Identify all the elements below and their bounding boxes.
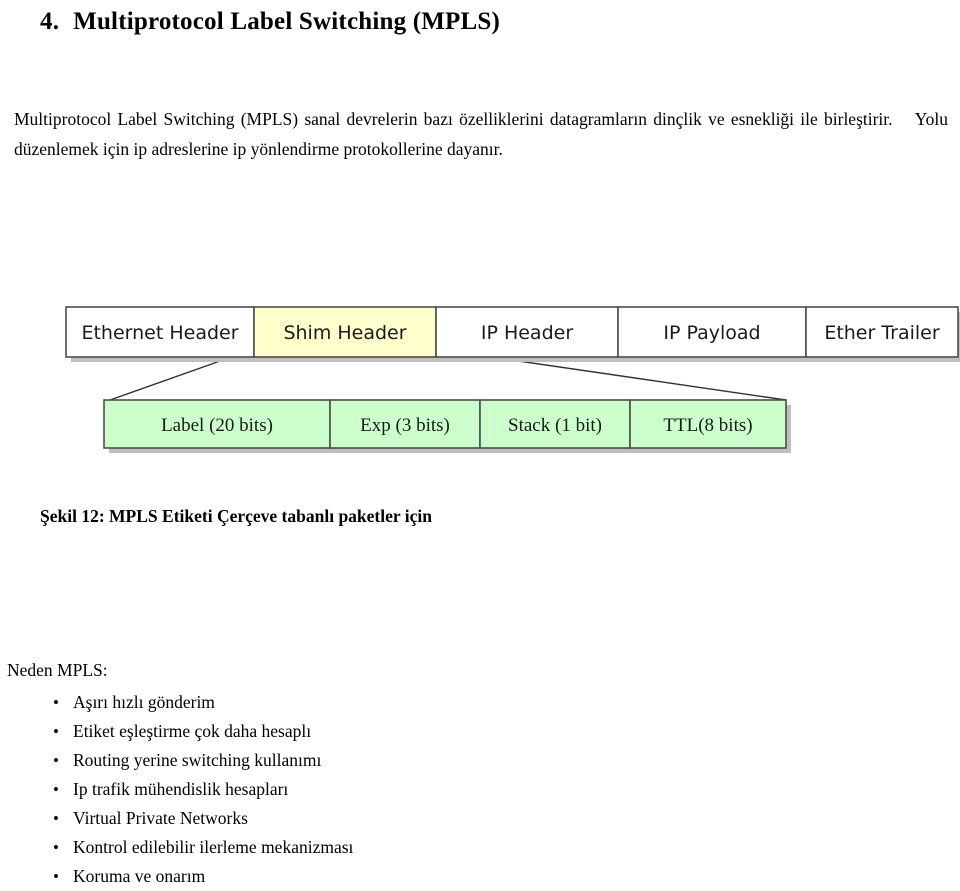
mpls-label-diagram: Ethernet Header Shim Header IP Header IP… (0, 260, 960, 480)
top-row-group: Ethernet Header Shim Header IP Header IP… (65, 306, 960, 362)
list-item: Aşırı hızlı gönderim (53, 688, 353, 717)
bottom-row-group: Label (20 bits) Exp (3 bits) Stack (1 bi… (103, 399, 791, 453)
box-label: Ether Trailer (824, 322, 940, 344)
box-label: Stack (1 bit) (508, 415, 602, 436)
intro-paragraph: Multiprotocol Label Switching (MPLS) san… (14, 104, 948, 164)
box-label: Exp (3 bits) (360, 415, 450, 436)
page-title-text: Multiprotocol Label Switching (MPLS) (73, 8, 501, 35)
box-label: Label (20 bits) (161, 415, 273, 436)
why-mpls-list: Aşırı hızlı gönderim Etiket eşleştirme ç… (7, 688, 353, 891)
list-item: Koruma ve onarım (53, 862, 353, 891)
figure-caption: Şekil 12: MPLS Etiketi Çerçeve tabanlı p… (40, 506, 432, 526)
box-ether-trailer: Ether Trailer (805, 306, 960, 362)
list-item: Virtual Private Networks (53, 804, 353, 833)
list-item: Routing yerine switching kullanımı (53, 746, 353, 775)
list-item: Etiket eşleştirme çok daha hesaplı (53, 717, 353, 746)
intro-line-1: Multiprotocol Label Switching (MPLS) san… (14, 109, 725, 129)
box-label: IP Payload (663, 322, 760, 344)
list-item: Kontrol edilebilir ilerleme mekanizması (53, 833, 353, 862)
box-label: Shim Header (283, 322, 406, 344)
box-exp-field: Exp (3 bits) (329, 399, 485, 453)
list-item: Ip trafik mühendislik hesapları (53, 775, 353, 804)
intro-line-2: esnekliği ile birleştirir. (730, 109, 893, 129)
why-mpls-title: Neden MPLS: (7, 660, 108, 680)
box-label: TTL(8 bits) (663, 415, 752, 436)
box-label: Ethernet Header (81, 322, 238, 344)
box-ttl-field: TTL(8 bits) (629, 399, 791, 453)
box-stack-field: Stack (1 bit) (479, 399, 635, 453)
box-label: IP Header (481, 322, 573, 344)
page-title-number: 4. (40, 8, 60, 35)
box-shim-header: Shim Header (253, 306, 441, 362)
page-title: 4. Multiprotocol Label Switching (MPLS) (40, 8, 500, 36)
box-ip-header: IP Header (435, 306, 623, 362)
box-ip-payload: IP Payload (617, 306, 811, 362)
box-ethernet-header: Ethernet Header (65, 306, 259, 362)
box-label-field: Label (20 bits) (103, 399, 335, 453)
